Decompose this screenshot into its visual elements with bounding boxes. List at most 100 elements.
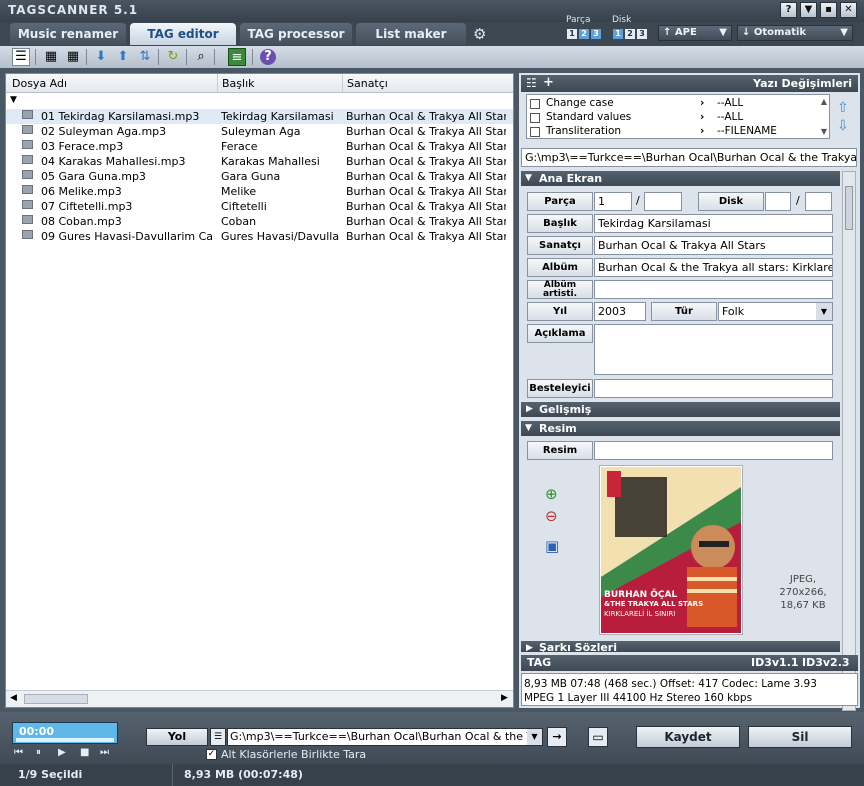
- scroll-left-icon[interactable]: ◀: [10, 693, 17, 703]
- disk-num-1[interactable]: 1: [613, 29, 623, 39]
- lyrics-header[interactable]: ▶ Şarkı Sözleri: [521, 641, 840, 652]
- parca-total-input[interactable]: [644, 192, 682, 211]
- text-change-item[interactable]: Standard values › --ALL: [530, 111, 820, 125]
- help-button[interactable]: ?: [780, 2, 797, 18]
- stop-icon[interactable]: ■: [80, 747, 89, 758]
- aciklama-label[interactable]: Açıklama: [527, 324, 593, 343]
- table-row[interactable]: 01 Tekirdag Karsilamasi.mp3 Tekirdag Kars…: [6, 109, 513, 124]
- advanced-header[interactable]: ▶ Gelişmiş: [521, 402, 840, 417]
- go-arrow-icon[interactable]: →: [547, 727, 567, 747]
- text-change-checkbox[interactable]: [530, 127, 540, 137]
- column-header-title[interactable]: Başlık: [222, 77, 255, 90]
- scroll-up-icon[interactable]: ▲: [821, 97, 827, 106]
- disk-input[interactable]: [765, 192, 791, 211]
- sanatci-input[interactable]: Burhan Ocal & Trakya All Stars: [594, 236, 833, 255]
- besteleyici-label[interactable]: Besteleyici: [527, 379, 593, 398]
- horizontal-scrollbar[interactable]: ◀ ▶: [6, 690, 513, 707]
- besteleyici-input[interactable]: [594, 379, 833, 398]
- pause-icon[interactable]: ⏸: [36, 747, 41, 758]
- tab-tag-processor[interactable]: TAG processor: [240, 23, 352, 45]
- window-menu-button[interactable]: ▼: [800, 2, 817, 18]
- baslik-input[interactable]: Tekirdag Karsilamasi: [594, 214, 833, 233]
- table-row[interactable]: 05 Gara Guna.mp3 Gara Guna Burhan Ocal & T…: [6, 169, 513, 184]
- format-select[interactable]: ↑ APE ▼: [658, 25, 732, 41]
- yil-input[interactable]: 2003: [594, 302, 646, 321]
- scrollbar-thumb[interactable]: [845, 186, 853, 230]
- chevron-down-icon[interactable]: ▼: [816, 303, 832, 320]
- table-row[interactable]: 08 Coban.mp3 Coban Burhan Ocal & Trakya Al…: [6, 214, 513, 229]
- add-icon[interactable]: +: [543, 75, 554, 90]
- vertical-scrollbar[interactable]: [842, 171, 856, 711]
- path-field[interactable]: G:\mp3\==Turkce==\Burhan Ocal\Burhan Oca…: [521, 148, 857, 167]
- move-up-icon[interactable]: ⇧: [837, 100, 849, 116]
- album-input[interactable]: Burhan Ocal & the Trakya all stars: Kirk…: [594, 258, 833, 277]
- text-change-checkbox[interactable]: [530, 113, 540, 123]
- parca-num-3[interactable]: 3: [591, 29, 601, 39]
- table-row[interactable]: 03 Ferace.mp3 Ferace Burhan Ocal & Trakya …: [6, 139, 513, 154]
- table-row[interactable]: 04 Karakas Mahallesi.mp3 Karakas Mahalles…: [6, 154, 513, 169]
- resim-input[interactable]: [594, 441, 833, 460]
- column-header-artist[interactable]: Sanatçı: [347, 77, 388, 90]
- picture-header[interactable]: ▼ Resim: [521, 421, 840, 436]
- save-picture-icon[interactable]: ▣: [545, 537, 559, 555]
- scrollbar-thumb[interactable]: [24, 694, 88, 704]
- group-collapse-icon[interactable]: ▼: [10, 95, 17, 105]
- delete-button[interactable]: Sil: [748, 726, 852, 748]
- column-header-filename[interactable]: Dosya Adı: [12, 77, 67, 90]
- play-icon[interactable]: ▶: [58, 747, 66, 758]
- album-label[interactable]: Albüm: [527, 258, 593, 277]
- tab-music-renamer[interactable]: Music renamer: [10, 23, 126, 45]
- move-down-icon[interactable]: ⇩: [837, 118, 849, 134]
- grid-view-icon[interactable]: ▦: [42, 48, 60, 66]
- folder-path-input[interactable]: G:\mp3\==Turkce==\Burhan Ocal\Burhan Oca…: [227, 728, 543, 746]
- next-icon[interactable]: ⏭: [100, 747, 109, 758]
- close-button[interactable]: ✕: [840, 2, 857, 18]
- album-artist-label[interactable]: Albüm artisti.: [527, 280, 593, 299]
- scroll-down-icon[interactable]: ▼: [821, 127, 827, 136]
- remove-picture-icon[interactable]: ⊖: [545, 507, 558, 525]
- sort-icon[interactable]: ⇅: [136, 48, 154, 66]
- refresh-icon[interactable]: ↻: [164, 48, 182, 66]
- save-button[interactable]: Kaydet: [636, 726, 740, 748]
- table-row[interactable]: 07 Ciftetelli.mp3 Ciftetelli Burhan Ocal &…: [6, 199, 513, 214]
- table-row[interactable]: 02 Suleyman Aga.mp3 Suleyman Aga Burhan Oc…: [6, 124, 513, 139]
- minimize-button[interactable]: ▪: [820, 2, 837, 18]
- move-up-icon[interactable]: ⬆: [114, 48, 132, 66]
- mode-select[interactable]: ↓ Otomatik ▼: [737, 25, 853, 41]
- main-screen-header[interactable]: ▼ Ana Ekran: [521, 171, 840, 186]
- album-artist-input[interactable]: [594, 280, 833, 299]
- disk-num-3[interactable]: 3: [637, 29, 647, 39]
- add-picture-icon[interactable]: ⊕: [545, 485, 558, 503]
- gear-icon[interactable]: ⚙: [473, 25, 486, 43]
- table-row[interactable]: 09 Gures Havasi-Davullarim Calar... Gures…: [6, 229, 513, 244]
- list-view-icon[interactable]: ☰: [12, 48, 30, 66]
- disk-num-2[interactable]: 2: [625, 29, 635, 39]
- disk-total-input[interactable]: [805, 192, 832, 211]
- move-down-icon[interactable]: ⬇: [92, 48, 110, 66]
- parca-num-1[interactable]: 1: [567, 29, 577, 39]
- tab-tag-editor[interactable]: TAG editor: [130, 23, 236, 45]
- browse-folder-icon[interactable]: ▭: [588, 727, 608, 747]
- sanatci-label[interactable]: Sanatçı: [527, 236, 593, 255]
- player-progress[interactable]: [16, 738, 114, 742]
- tur-select[interactable]: Folk ▼: [718, 302, 833, 321]
- scroll-right-icon[interactable]: ▶: [501, 693, 508, 703]
- text-change-item[interactable]: Change case › --ALL: [530, 97, 820, 111]
- chevron-down-icon[interactable]: ▼: [527, 729, 542, 745]
- table-row[interactable]: 06 Melike.mp3 Melike Burhan Ocal & Trakya …: [6, 184, 513, 199]
- tab-list-maker[interactable]: List maker: [356, 23, 466, 45]
- help-icon[interactable]: ?: [260, 49, 276, 65]
- filter-icon[interactable]: ≡: [228, 48, 246, 66]
- aciklama-input[interactable]: [594, 324, 833, 375]
- thumbnail-view-icon[interactable]: ▦: [64, 48, 82, 66]
- parca-num-2[interactable]: 2: [579, 29, 589, 39]
- search-icon[interactable]: ⌕: [192, 48, 210, 66]
- parca-input[interactable]: 1: [594, 192, 632, 211]
- previous-icon[interactable]: ⏮: [14, 747, 23, 758]
- list-icon[interactable]: ☷: [526, 76, 537, 90]
- folder-history-icon[interactable]: ☰: [210, 728, 226, 746]
- text-change-item[interactable]: Transliteration › --FILENAME: [530, 125, 820, 139]
- text-change-checkbox[interactable]: [530, 99, 540, 109]
- subfolders-checkbox[interactable]: ✓: [206, 749, 217, 760]
- baslik-label[interactable]: Başlık: [527, 214, 593, 233]
